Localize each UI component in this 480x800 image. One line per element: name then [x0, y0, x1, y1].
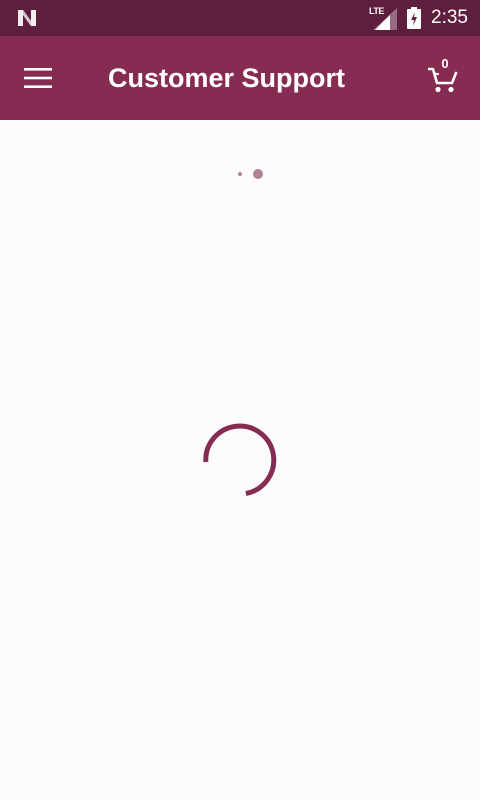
battery-charging-icon	[407, 7, 422, 29]
content-area	[0, 120, 480, 800]
menu-button[interactable]	[14, 54, 62, 102]
status-icons: LTE 2:35	[369, 0, 468, 36]
hamburger-menu-icon	[24, 68, 52, 88]
network-type-label: LTE	[369, 6, 384, 16]
cart-button[interactable]: 0	[424, 54, 468, 102]
page-indicator-dot	[238, 172, 242, 176]
network-indicator: LTE	[369, 6, 398, 30]
page-indicator-dot-active	[253, 169, 263, 179]
status-clock: 2:35	[431, 7, 468, 28]
loading-spinner-icon	[203, 423, 277, 496]
notification-n-icon	[18, 10, 36, 26]
status-bar: LTE 2:35	[0, 0, 480, 36]
shopping-cart-icon	[428, 67, 458, 93]
app-bar: Customer Support 0	[0, 36, 480, 120]
page-title: Customer Support	[108, 63, 346, 93]
